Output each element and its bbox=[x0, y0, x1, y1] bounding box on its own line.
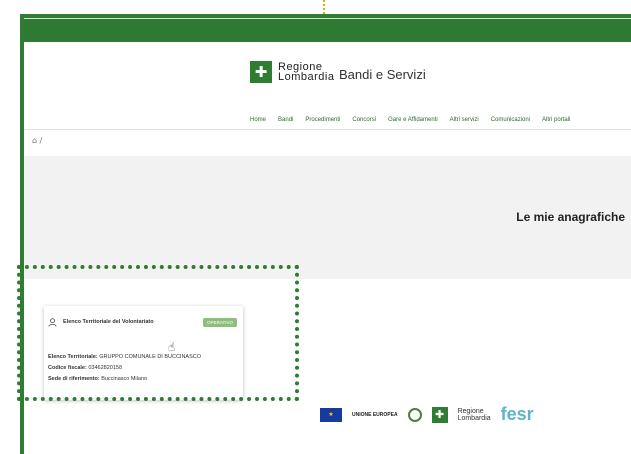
nav-item-home[interactable]: Home bbox=[250, 117, 266, 123]
nav-item-gare[interactable]: Gare e Affidamenti bbox=[388, 117, 438, 123]
footer-logos: ★ UNIONE EUROPEA ✚ Regione Lombardia fes… bbox=[320, 404, 534, 425]
logo-text: Regione Lombardia bbox=[278, 62, 335, 83]
nav-item-procedimenti[interactable]: Procedimenti bbox=[305, 117, 340, 123]
page-title: Le mie anagrafiche bbox=[516, 210, 625, 224]
footer-logo-line2: Lombardia bbox=[457, 414, 491, 422]
site-logo[interactable]: ✚ Regione Lombardia bbox=[250, 61, 334, 83]
fesr-logo: fesr bbox=[500, 404, 534, 424]
nav-item-bandi[interactable]: Bandi bbox=[278, 117, 293, 123]
nav-item-concorsi[interactable]: Concorsi bbox=[352, 117, 376, 123]
footer-logo-line1: Regione bbox=[457, 407, 484, 415]
eu-flag-icon: ★ bbox=[320, 407, 342, 422]
site-title[interactable]: Bandi e Servizi bbox=[339, 67, 426, 82]
guide-dots bbox=[323, 0, 327, 14]
nav-item-altri-servizi[interactable]: Altri servizi bbox=[450, 117, 479, 123]
breadcrumb[interactable]: ⌂ / bbox=[32, 136, 42, 145]
top-bar bbox=[24, 18, 631, 45]
nav-item-comunicazioni[interactable]: Comunicazioni bbox=[491, 117, 530, 123]
eu-text: UNIONE EUROPEA bbox=[352, 411, 398, 418]
highlight-dotted-box bbox=[17, 265, 299, 401]
footer-logo-text: Regione Lombardia bbox=[458, 408, 491, 422]
regione-lombardia-logo-icon: ✚ bbox=[250, 61, 272, 83]
nav-item-altri-portali[interactable]: Altri portali bbox=[542, 117, 570, 123]
italian-emblem-icon bbox=[407, 407, 422, 422]
site-header: ✚ Regione Lombardia Bandi e Servizi bbox=[24, 45, 631, 114]
hero-section: Le mie anagrafiche bbox=[24, 156, 631, 279]
logo-line2: Lombardia bbox=[278, 71, 335, 83]
regione-lombardia-footer-icon: ✚ bbox=[431, 406, 448, 423]
main-nav: Home Bandi Procedimenti Concorsi Gare e … bbox=[24, 113, 631, 130]
